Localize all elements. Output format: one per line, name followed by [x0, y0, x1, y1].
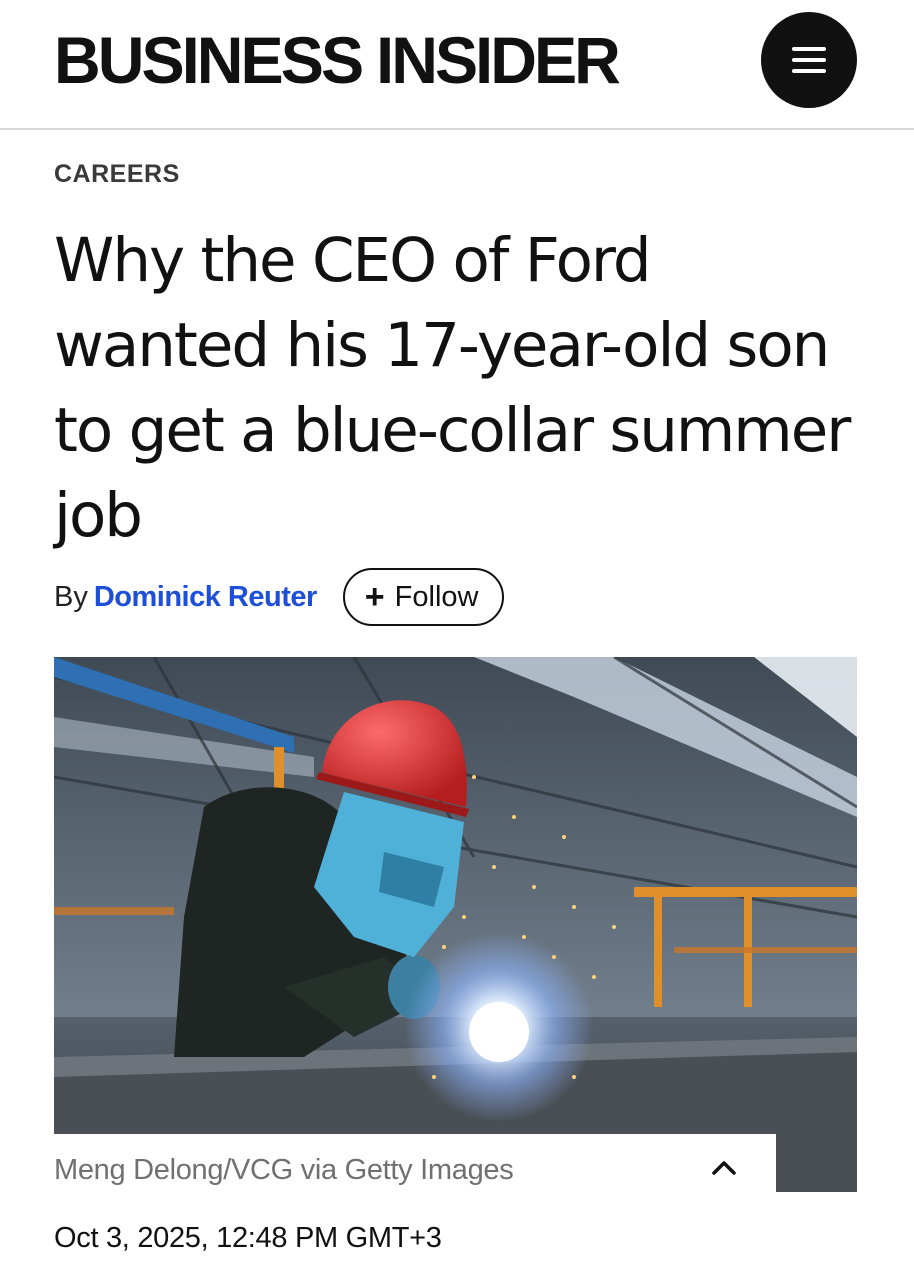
image-caption: Meng Delong/VCG via Getty Images — [54, 1154, 514, 1186]
category-label[interactable]: CAREERS — [54, 160, 180, 189]
follow-button[interactable]: + Follow — [342, 568, 505, 626]
menu-button[interactable] — [761, 12, 857, 108]
welder-photo — [54, 657, 857, 1192]
byline-prefix: By — [54, 580, 88, 613]
chevron-up-icon[interactable] — [704, 1148, 744, 1188]
publish-date: Oct 3, 2025, 12:48 PM GMT+3 — [54, 1222, 442, 1254]
hamburger-menu-icon — [792, 47, 826, 73]
author-link[interactable]: Dominick Reuter — [94, 581, 317, 614]
byline: By Dominick Reuter + Follow — [54, 566, 505, 628]
site-logo[interactable]: BUSINESS INSIDER — [54, 20, 621, 100]
site-header: BUSINESS INSIDER — [0, 0, 914, 130]
hero-image — [54, 657, 857, 1192]
follow-label: Follow — [394, 580, 479, 613]
article-headline: Why the CEO of Ford wanted his 17-year-o… — [54, 225, 851, 551]
plus-icon: + — [364, 578, 385, 616]
article-page: BUSINESS INSIDER CAREERS Why the CEO of … — [0, 0, 914, 1280]
